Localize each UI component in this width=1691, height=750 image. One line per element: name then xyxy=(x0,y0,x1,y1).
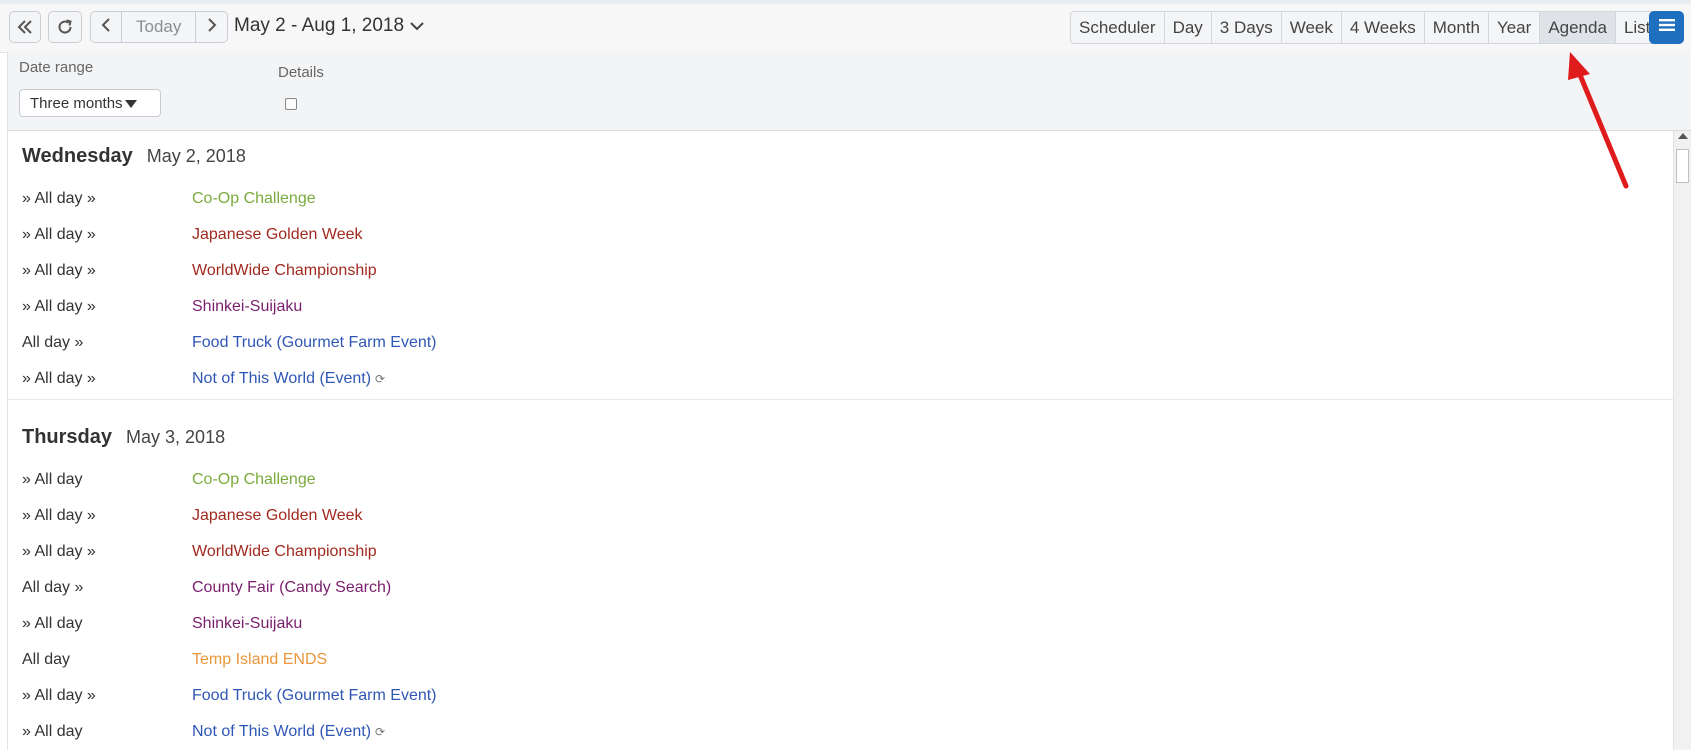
agenda-day-group: Thursday May 3, 2018 » All day Co-Op Chal… xyxy=(8,412,1674,750)
event-time: » All day » xyxy=(22,226,96,243)
refresh-icon xyxy=(56,18,74,36)
view-switcher: Scheduler Day 3 Days Week 4 Weeks Month … xyxy=(1070,11,1660,44)
main-menu-button[interactable] xyxy=(1649,11,1684,44)
event-row: » All day Co-Op Challenge xyxy=(8,462,1674,498)
event-row: » All day » Food Truck (Gourmet Farm Even… xyxy=(8,678,1674,714)
event-time: » All day » xyxy=(22,370,96,387)
event-title[interactable]: WorldWide Championship xyxy=(192,543,377,561)
event-row: » All day » WorldWide Championship xyxy=(8,253,1674,289)
event-title[interactable]: Shinkei-Suijaku xyxy=(192,298,302,316)
event-title[interactable]: County Fair (Candy Search) xyxy=(192,579,391,597)
event-row: » All day » Japanese Golden Week xyxy=(8,217,1674,253)
event-title[interactable]: Japanese Golden Week xyxy=(192,507,362,525)
event-time: All day xyxy=(22,651,71,668)
event-title-wrapper[interactable]: Not of This World (Event) ⟳ xyxy=(192,723,385,741)
date-range-select[interactable]: Three months xyxy=(19,89,161,117)
event-time: » All day » xyxy=(22,298,96,315)
date-range-label: Date range xyxy=(19,59,94,76)
day-weekday: Thursday xyxy=(22,425,113,448)
event-row: » All day » Japanese Golden Week xyxy=(8,498,1674,534)
agenda-day-header: Wednesday May 2, 2018 xyxy=(8,131,1674,181)
agenda-list: Wednesday May 2, 2018 » All day » Co-Op C… xyxy=(7,131,1674,750)
date-range-title[interactable]: May 2 - Aug 1, 2018 xyxy=(234,15,424,37)
event-time: » All day xyxy=(22,723,83,740)
scroll-up-arrow-icon[interactable] xyxy=(1678,133,1688,139)
date-range-text: May 2 - Aug 1, 2018 xyxy=(234,15,405,36)
refresh-button[interactable] xyxy=(48,11,82,43)
event-time: » All day xyxy=(22,615,83,632)
chevron-down-icon xyxy=(410,15,424,37)
event-time: All day » xyxy=(22,334,84,351)
event-row: » All day » WorldWide Championship xyxy=(8,534,1674,570)
chevron-left-icon xyxy=(101,17,111,37)
event-title[interactable]: Japanese Golden Week xyxy=(192,226,362,244)
event-title[interactable]: Food Truck (Gourmet Farm Event) xyxy=(192,334,437,352)
agenda-day-header: Thursday May 3, 2018 xyxy=(8,412,1674,462)
view-day-button[interactable]: Day xyxy=(1164,11,1212,44)
agenda-day-group: Wednesday May 2, 2018 » All day » Co-Op C… xyxy=(8,131,1674,400)
event-time: » All day » xyxy=(22,190,96,207)
event-time: » All day xyxy=(22,471,83,488)
event-time: » All day » xyxy=(22,543,96,560)
event-time: All day » xyxy=(22,579,84,596)
event-title[interactable]: WorldWide Championship xyxy=(192,262,377,280)
filter-bar: Date range Three months Details xyxy=(7,52,1691,131)
day-weekday: Wednesday xyxy=(22,144,133,167)
event-row: All day » Food Truck (Gourmet Farm Event) xyxy=(8,325,1674,361)
chevron-right-icon xyxy=(207,17,217,37)
event-time: » All day » xyxy=(22,507,96,524)
view-week-button[interactable]: Week xyxy=(1281,11,1342,44)
event-title[interactable]: Shinkei-Suijaku xyxy=(192,615,302,633)
next-button[interactable] xyxy=(196,11,229,43)
event-title[interactable]: Co-Op Challenge xyxy=(192,190,316,208)
event-row: All day » County Fair (Candy Search) xyxy=(8,570,1674,606)
view-year-button[interactable]: Year xyxy=(1488,11,1541,44)
recurring-icon: ⟳ xyxy=(375,372,386,386)
date-navigation: Today xyxy=(90,11,229,43)
recurring-icon: ⟳ xyxy=(375,725,386,739)
event-title: Not of This World (Event) xyxy=(192,723,372,740)
collapse-sidebar-button[interactable] xyxy=(9,11,41,43)
event-row: » All day » Not of This World (Event) ⟳ xyxy=(8,361,1674,397)
double-chevron-left-icon xyxy=(17,20,33,34)
today-button[interactable]: Today xyxy=(122,11,197,43)
event-title[interactable]: Temp Island ENDS xyxy=(192,651,327,669)
agenda-scrollbar[interactable] xyxy=(1673,131,1691,750)
details-label: Details xyxy=(278,64,324,81)
view-month-button[interactable]: Month xyxy=(1424,11,1489,44)
day-date: May 2, 2018 xyxy=(146,145,246,166)
event-time: » All day » xyxy=(22,262,96,279)
hamburger-menu-icon xyxy=(1658,18,1675,37)
toolbar-top-strip xyxy=(0,0,1691,4)
event-title[interactable]: Food Truck (Gourmet Farm Event) xyxy=(192,687,437,705)
date-range-select-value: Three months xyxy=(30,94,123,112)
caret-down-icon xyxy=(124,95,137,112)
event-row: » All day Shinkei-Suijaku xyxy=(8,606,1674,642)
event-row: » All day » Shinkei-Suijaku xyxy=(8,289,1674,325)
event-row: All day Temp Island ENDS xyxy=(8,642,1674,678)
view-4-weeks-button[interactable]: 4 Weeks xyxy=(1341,11,1425,44)
scroll-thumb[interactable] xyxy=(1676,149,1689,183)
event-title: Not of This World (Event) xyxy=(192,370,372,387)
view-scheduler-button[interactable]: Scheduler xyxy=(1070,11,1165,44)
event-row: » All day Not of This World (Event) ⟳ xyxy=(8,714,1674,750)
calendar-toolbar: Today May 2 - Aug 1, 2018 Scheduler Day … xyxy=(0,0,1691,53)
event-time: » All day » xyxy=(22,687,96,704)
event-title[interactable]: Co-Op Challenge xyxy=(192,471,316,489)
event-row: » All day » Co-Op Challenge xyxy=(8,181,1674,217)
view-3-days-button[interactable]: 3 Days xyxy=(1211,11,1282,44)
event-title-wrapper[interactable]: Not of This World (Event) ⟳ xyxy=(192,370,385,388)
view-agenda-button[interactable]: Agenda xyxy=(1540,11,1616,44)
details-checkbox[interactable] xyxy=(285,98,297,110)
day-date: May 3, 2018 xyxy=(126,426,226,447)
previous-button[interactable] xyxy=(90,11,122,43)
